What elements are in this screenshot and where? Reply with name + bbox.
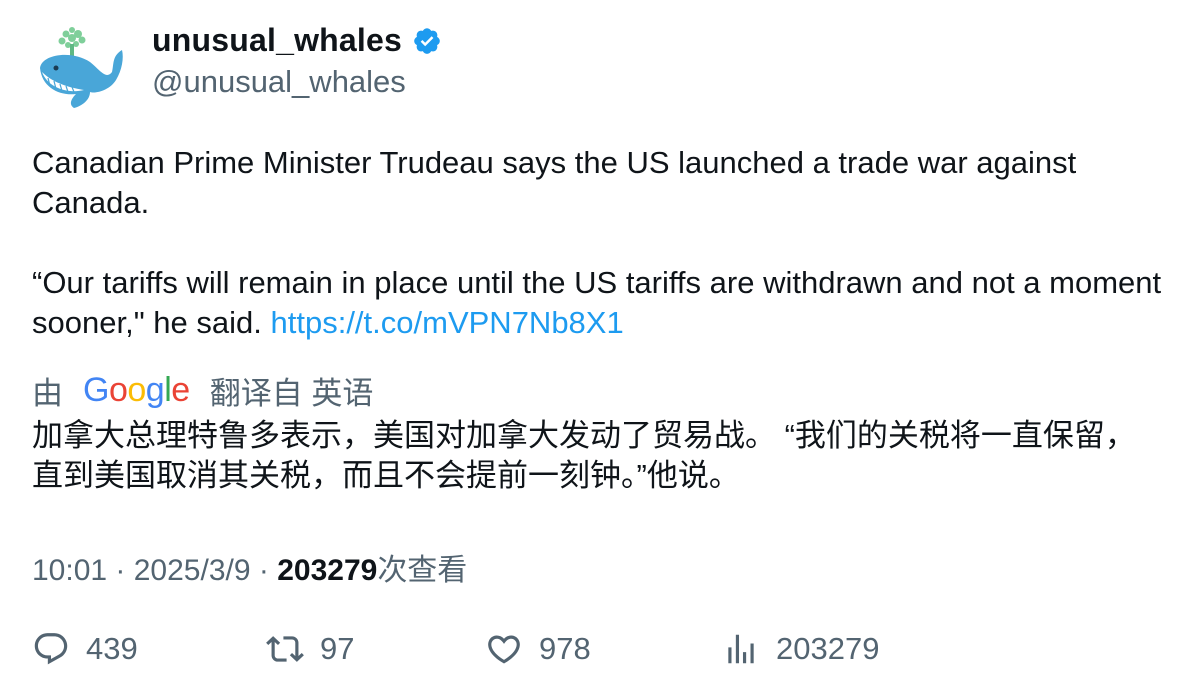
tweet-date[interactable]: 2025/3/9 xyxy=(134,554,251,587)
reply-icon xyxy=(34,633,68,665)
retweet-count: 97 xyxy=(320,631,355,666)
verified-badge-icon xyxy=(414,27,440,54)
retweet-icon xyxy=(266,636,304,662)
views-count: 203279 xyxy=(277,554,378,587)
reply-count: 439 xyxy=(86,631,138,666)
whale-avatar-icon[interactable] xyxy=(32,24,126,112)
translation-prefix: 由 xyxy=(32,376,63,411)
bar-chart-icon xyxy=(728,634,754,664)
tweet-text: Canadian Prime Minister Trudeau says the… xyxy=(32,143,1162,343)
tweet-time[interactable]: 10:01 xyxy=(32,554,107,587)
views-action-count: 203279 xyxy=(776,631,880,666)
tweet-link[interactable]: https://t.co/mVPN7Nb8X1 xyxy=(271,305,624,340)
author-handle[interactable]: @unusual_whales xyxy=(152,64,406,100)
translation-attribution: 由 Google 翻译自 英语 xyxy=(32,368,373,413)
tweet-meta: 10:01 · 2025/3/9 · 203279次查看 xyxy=(32,554,468,587)
action-bar: 439 97 978 203279 xyxy=(0,630,1196,678)
reply-button[interactable]: 439 xyxy=(32,630,138,668)
author-display-name[interactable]: unusual_whales xyxy=(152,22,442,59)
like-count: 978 xyxy=(539,631,591,666)
translated-text: 加拿大总理特鲁多表示，美国对加拿大发动了贸易战。 “我们的关税将一直保留，直到美… xyxy=(32,418,1136,493)
translation-suffix: 翻译自 英语 xyxy=(209,376,374,411)
views-button[interactable]: 203279 xyxy=(722,630,879,668)
heart-icon xyxy=(488,635,520,664)
display-name-text[interactable]: unusual_whales xyxy=(152,22,402,59)
like-button[interactable]: 978 xyxy=(485,630,591,668)
google-logo: Google xyxy=(83,371,190,409)
views-label: 次查看 xyxy=(377,554,468,587)
retweet-button[interactable]: 97 xyxy=(266,630,354,668)
